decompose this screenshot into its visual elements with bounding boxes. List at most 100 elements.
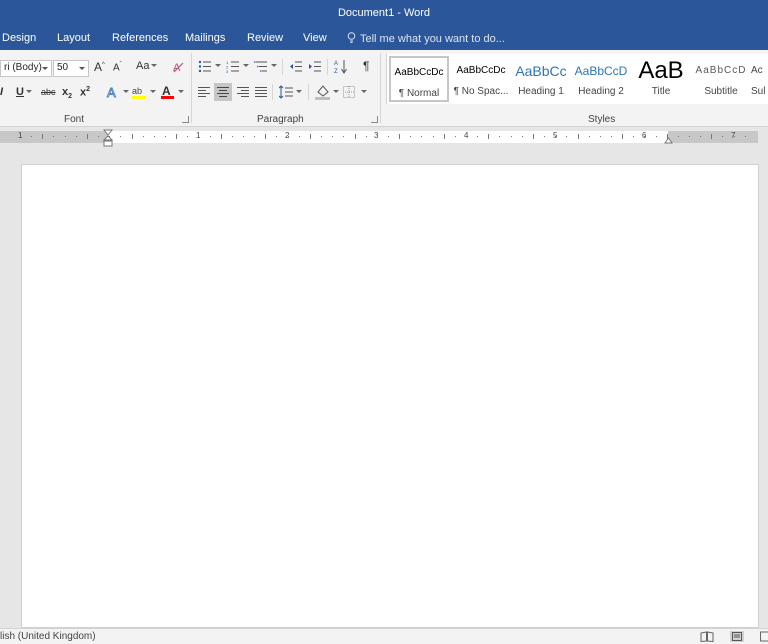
bullets-dropdown[interactable]: [213, 60, 221, 72]
line-spacing-dropdown[interactable]: [294, 86, 302, 98]
indent-marker-icon[interactable]: [103, 129, 113, 147]
horizontal-ruler[interactable]: 1 1 2 3 4 5 6 7: [0, 129, 758, 147]
ruler-tick: [667, 134, 668, 139]
style-preview: AaBbCcDc: [394, 67, 444, 78]
ruler-tick: [254, 136, 255, 137]
style-subtitle[interactable]: AaBbCcD Subtitle: [691, 56, 751, 102]
style-normal[interactable]: AaBbCcDc ¶ Normal: [389, 56, 449, 102]
superscript-button[interactable]: x2: [80, 86, 90, 99]
tab-design[interactable]: Design: [2, 32, 36, 44]
style-heading-1[interactable]: AaBbCc Heading 1: [511, 56, 571, 102]
right-margin-zone: [668, 131, 758, 143]
ruler-tick: [455, 136, 456, 137]
ruler-tick: [198, 136, 199, 137]
title-bar: Document1 - Word: [0, 0, 768, 28]
text-effects-icon[interactable]: A: [106, 85, 120, 99]
font-size-value: 50: [57, 62, 69, 73]
ruler-tick: [176, 134, 177, 139]
grow-font-icon[interactable]: A^: [94, 60, 105, 74]
language-indicator[interactable]: lish (United Kingdom): [0, 631, 96, 642]
chevron-down-icon: [361, 90, 367, 93]
multilevel-list-dropdown[interactable]: [269, 60, 277, 72]
numbering-icon[interactable]: 123: [226, 60, 240, 73]
tell-me-search[interactable]: Tell me what you want to do...: [347, 32, 505, 45]
decrease-indent-icon[interactable]: [289, 60, 303, 73]
change-case-label: Aa: [136, 60, 150, 72]
underline-button[interactable]: U: [16, 86, 32, 98]
borders-dropdown[interactable]: [359, 86, 367, 98]
lightbulb-icon: [347, 32, 356, 43]
align-left-icon[interactable]: [198, 86, 210, 98]
right-indent-marker-icon[interactable]: [664, 137, 673, 144]
font-color-icon[interactable]: A: [161, 84, 174, 100]
style-name: ¶ No Spac...: [453, 86, 509, 97]
style-name: Heading 2: [578, 86, 624, 97]
chevron-down-icon: [178, 90, 184, 93]
font-size-combo[interactable]: 50: [53, 60, 89, 77]
style-title[interactable]: AaB Title: [631, 56, 691, 102]
text-effects-dropdown[interactable]: [121, 86, 129, 98]
line-spacing-icon[interactable]: [279, 85, 293, 99]
ruler-tick: [656, 136, 657, 137]
styles-gallery: AaBbCcDc ¶ Normal AaBbCcDc ¶ No Spac... …: [386, 54, 768, 104]
web-layout-icon[interactable]: [760, 631, 768, 642]
clear-formatting-icon[interactable]: A: [172, 60, 184, 73]
divider: [327, 59, 328, 75]
document-page[interactable]: [21, 164, 759, 628]
style-preview: Ac: [751, 65, 763, 76]
print-layout-button[interactable]: [730, 631, 744, 642]
highlight-icon[interactable]: ab: [132, 84, 146, 100]
ruler-tick: [678, 136, 679, 137]
style-heading-2[interactable]: AaBbCcD Heading 2: [571, 56, 631, 102]
highlight-dropdown[interactable]: [148, 86, 156, 98]
svg-text:Z: Z: [334, 69, 338, 74]
bullets-icon[interactable]: [198, 60, 212, 73]
ruler-tick: [689, 136, 690, 137]
font-dialog-launcher-icon[interactable]: [182, 116, 189, 123]
strikethrough-button[interactable]: abc: [41, 87, 56, 97]
italic-button[interactable]: I: [0, 86, 3, 98]
font-group-label: Font: [64, 114, 85, 125]
show-formatting-marks-icon[interactable]: ¶: [363, 59, 369, 73]
style-preview: AaBbCc: [515, 63, 567, 79]
ruler-tick: [700, 136, 701, 137]
ruler-tick: [98, 136, 99, 137]
style-preview: AaB: [638, 57, 684, 84]
numbering-dropdown[interactable]: [241, 60, 249, 72]
tab-view[interactable]: View: [303, 32, 327, 44]
ruler-tick: [388, 136, 389, 137]
style-preview: AaBbCcD: [695, 65, 747, 76]
read-mode-icon[interactable]: [700, 631, 714, 642]
chevron-down-icon: [296, 90, 302, 93]
align-center-button[interactable]: [214, 83, 232, 101]
style-subtle-emphasis[interactable]: Ac Sul: [751, 56, 768, 102]
increase-indent-icon[interactable]: [308, 60, 322, 73]
align-right-icon[interactable]: [237, 86, 249, 98]
tab-review[interactable]: Review: [247, 32, 283, 44]
shading-icon[interactable]: [315, 84, 330, 100]
shrink-font-icon[interactable]: Aˇ: [113, 62, 122, 73]
font-color-dropdown[interactable]: [176, 86, 184, 98]
print-layout-icon: [732, 632, 742, 641]
style-no-spacing[interactable]: AaBbCcDc ¶ No Spac...: [451, 56, 511, 102]
ruler-tick: [377, 136, 378, 137]
justify-icon[interactable]: [255, 86, 267, 98]
ruler-tick: [355, 134, 356, 139]
ruler-tick: [421, 136, 422, 137]
sort-icon[interactable]: AZ: [334, 59, 347, 74]
tell-me-placeholder: Tell me what you want to do...: [360, 33, 505, 45]
multilevel-list-icon[interactable]: [254, 60, 268, 73]
style-preview: AaBbCcDc: [456, 65, 506, 76]
borders-icon[interactable]: [343, 86, 355, 98]
tab-layout[interactable]: Layout: [57, 32, 90, 44]
font-name-combo[interactable]: ri (Body): [0, 60, 52, 77]
change-case-button[interactable]: Aa: [136, 60, 158, 72]
ruler-tick: [20, 136, 21, 137]
paragraph-dialog-launcher-icon[interactable]: [371, 116, 378, 123]
tab-mailings[interactable]: Mailings: [185, 32, 225, 44]
shading-dropdown[interactable]: [331, 86, 339, 98]
ruler-tick: [399, 134, 400, 139]
ruler-tick: [210, 136, 211, 137]
tab-references[interactable]: References: [112, 32, 168, 44]
subscript-button[interactable]: x2: [62, 86, 72, 100]
